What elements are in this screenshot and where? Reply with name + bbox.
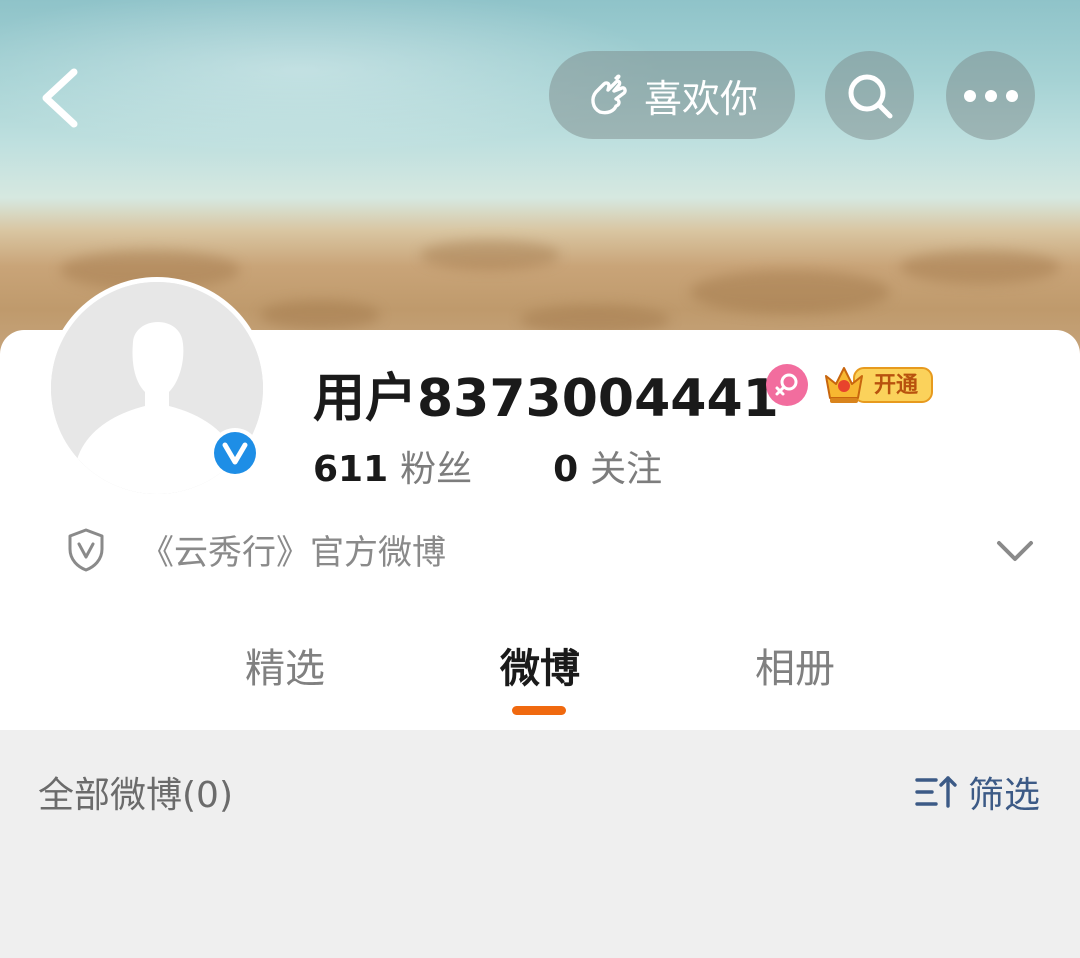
username: 用户8373004441 xyxy=(313,369,779,429)
verified-v-icon xyxy=(214,432,256,474)
all-weibo-count: 全部微博(0) xyxy=(38,775,233,816)
bio-text: 《云秀行》官方微博 xyxy=(140,533,446,573)
verified-badge xyxy=(210,428,260,478)
tab-featured[interactable]: 精选 xyxy=(245,636,325,694)
shield-v-icon xyxy=(68,528,104,571)
filter-label: 筛选 xyxy=(968,775,1041,816)
following-stat[interactable]: 0 关注 xyxy=(553,449,662,490)
chevron-down-icon xyxy=(997,541,1033,561)
following-count: 0 xyxy=(553,449,579,490)
tab-weibo[interactable]: 微博 xyxy=(500,636,580,694)
filter-sort-icon xyxy=(915,776,957,808)
like-label: 喜欢你 xyxy=(643,76,758,121)
female-icon xyxy=(766,364,808,406)
chevron-left-icon xyxy=(42,68,78,128)
tab-album[interactable]: 相册 xyxy=(755,636,835,694)
search-icon xyxy=(848,74,892,118)
expand-bio-button[interactable] xyxy=(993,535,1037,567)
like-button[interactable]: 喜欢你 xyxy=(549,51,795,139)
more-dots-icon xyxy=(963,89,1018,102)
followers-label: 粉丝 xyxy=(400,449,473,490)
following-label: 关注 xyxy=(590,449,663,490)
active-tab-indicator xyxy=(512,706,566,715)
more-button[interactable] xyxy=(946,51,1035,140)
vip-open-label: 开通 xyxy=(873,373,918,398)
search-button[interactable] xyxy=(825,51,914,140)
back-button[interactable] xyxy=(34,62,94,132)
followers-count: 611 xyxy=(313,449,389,490)
profile-stats: 611 粉丝 0 关注 xyxy=(313,440,662,492)
followers-stat[interactable]: 611 粉丝 xyxy=(313,449,484,490)
filter-button[interactable]: 筛选 xyxy=(914,766,1040,818)
finger-heart-icon xyxy=(591,74,627,115)
bio-row[interactable]: 《云秀行》官方微博 xyxy=(66,525,446,574)
